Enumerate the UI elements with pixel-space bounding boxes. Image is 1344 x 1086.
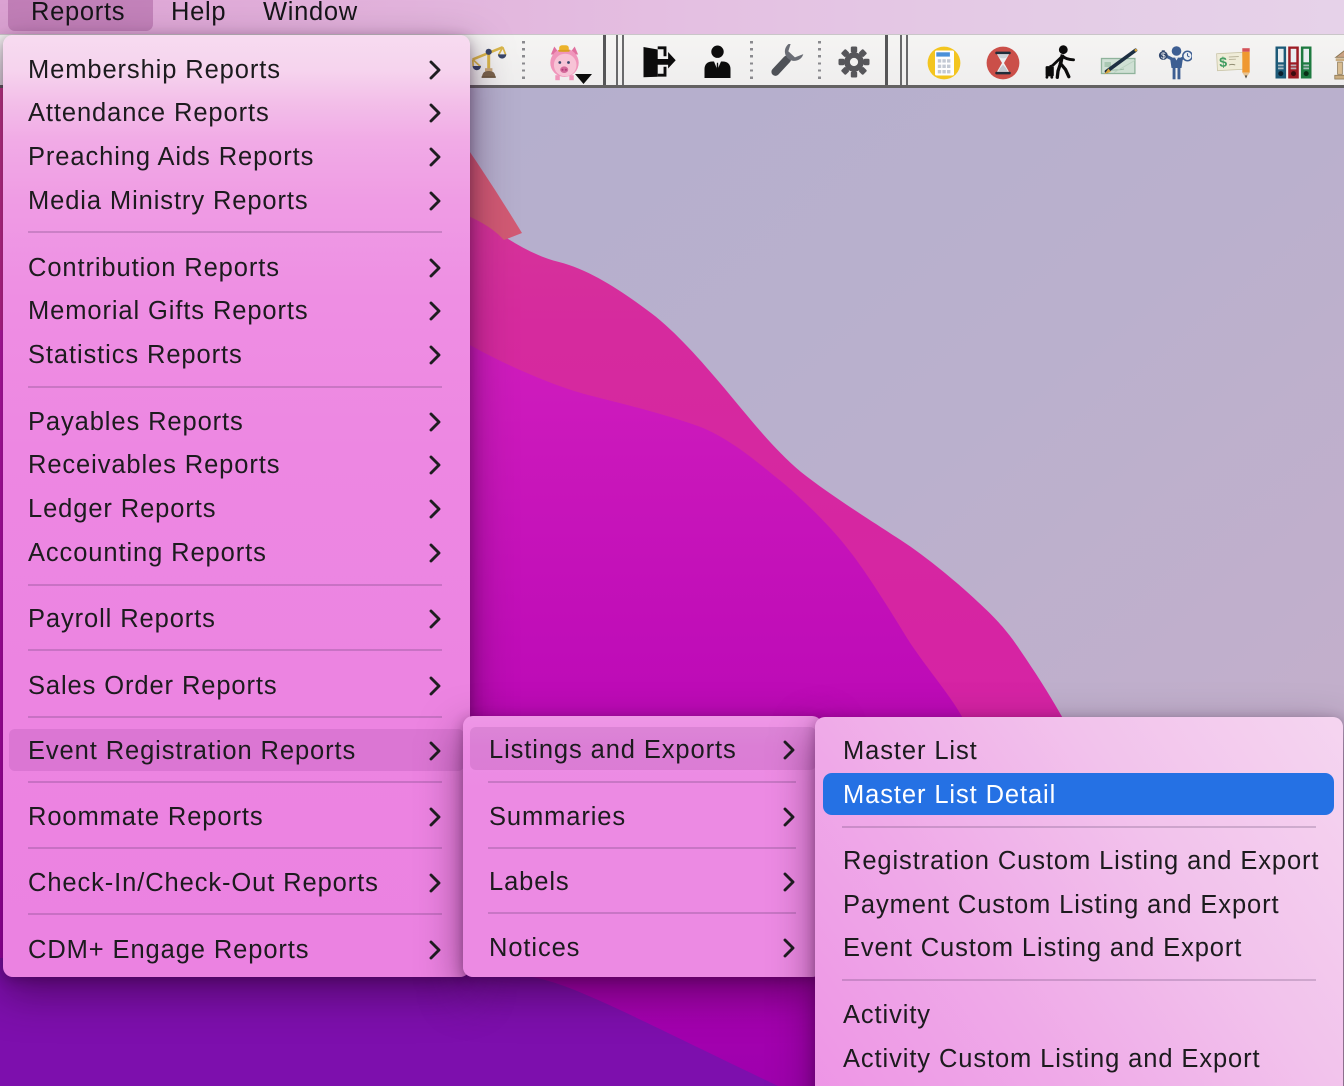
svg-text:$: $ bbox=[1219, 54, 1228, 70]
svg-text:$: $ bbox=[1161, 51, 1166, 60]
